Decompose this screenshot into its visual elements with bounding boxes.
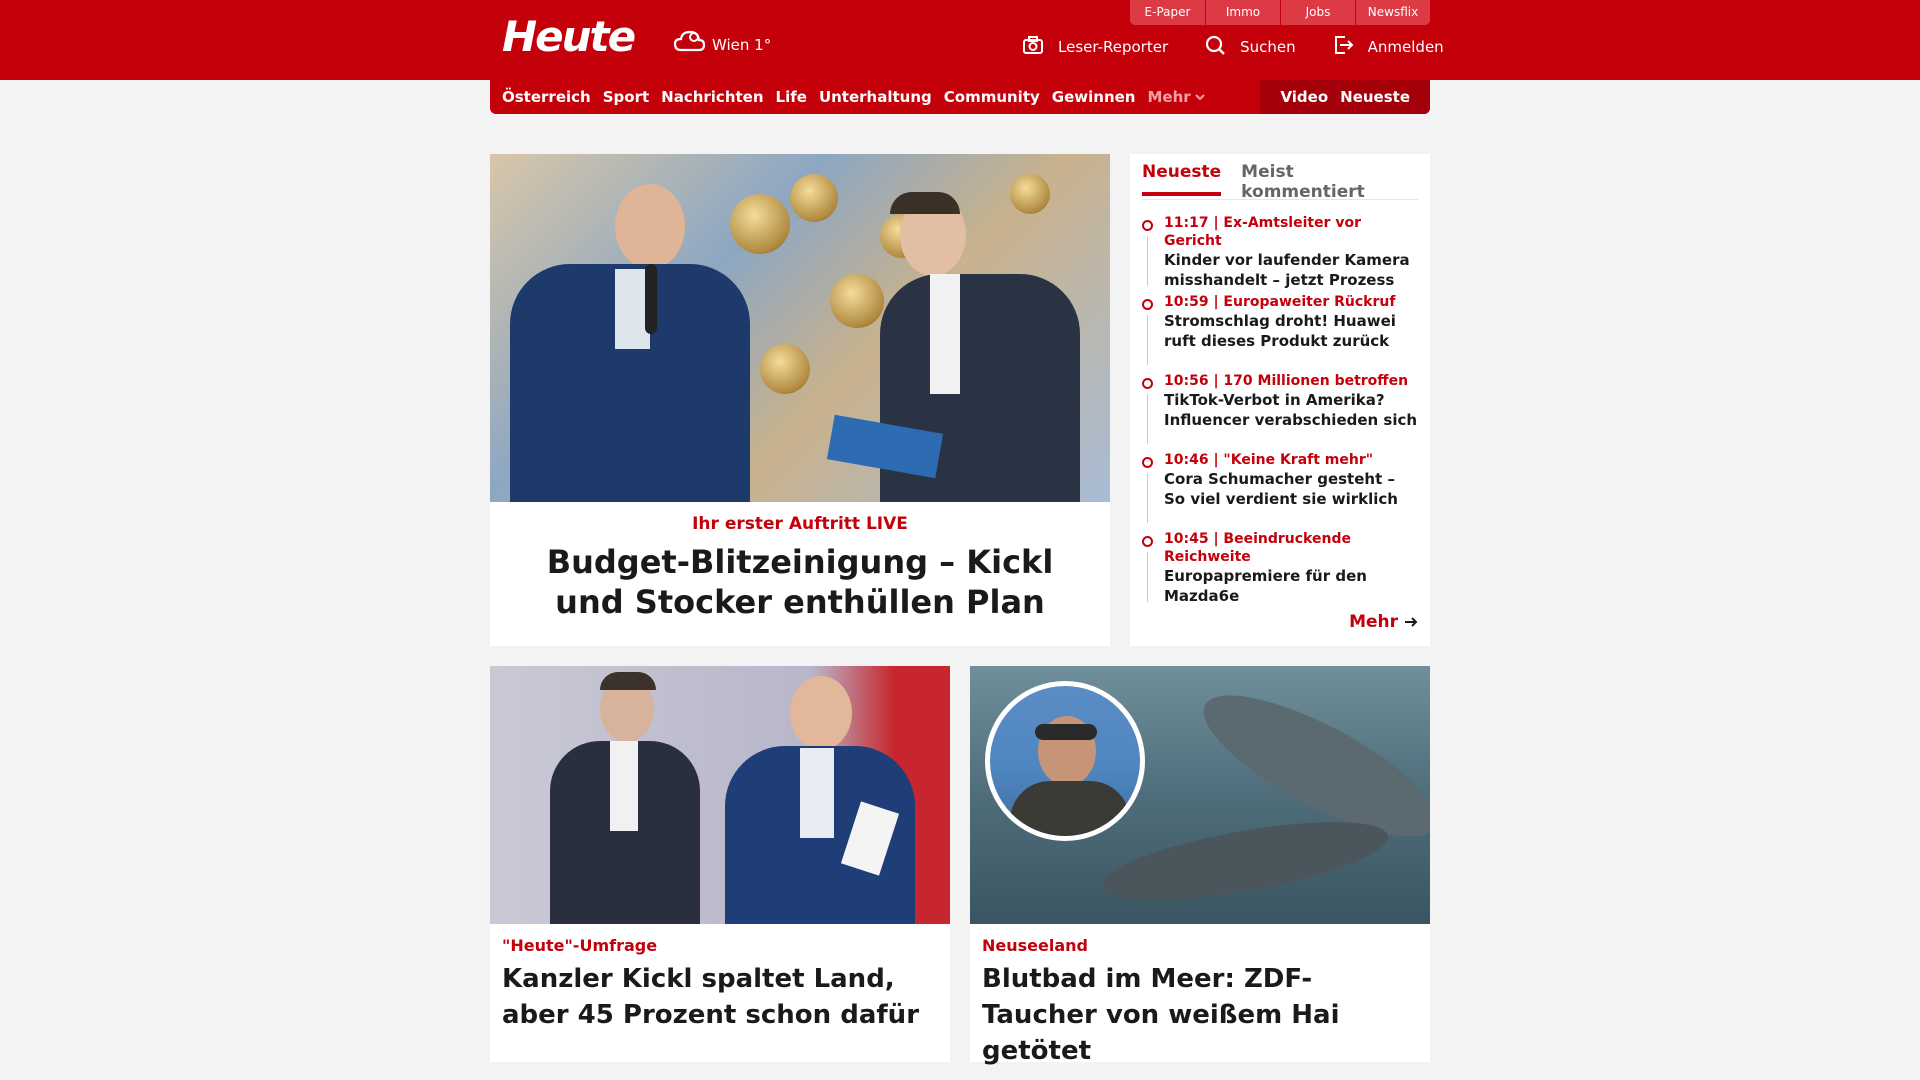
ticker-list: 11:17 | Ex-Amtsleiter vor Gericht Kinder… <box>1142 214 1418 609</box>
nav-item-oesterreich[interactable]: Österreich <box>502 88 591 106</box>
service-tab-newsflix[interactable]: Newsflix <box>1355 0 1430 25</box>
login-icon <box>1332 34 1354 60</box>
hero-title[interactable]: Budget-Blitzeinigung – Kickl und Stocker… <box>490 542 1110 622</box>
arrow-right-icon <box>1405 617 1418 627</box>
tab-neueste[interactable]: Neueste <box>1142 162 1222 196</box>
ticker-title[interactable]: Cora Schumacher gesteht – So viel verdie… <box>1164 469 1418 509</box>
login-button[interactable]: Anmelden <box>1332 34 1444 60</box>
timeline-dot-icon <box>1142 378 1153 389</box>
ticker-meta: 10:45 | Beeindruckende Reichweite <box>1164 531 1351 565</box>
service-tabs: E-Paper Immo Jobs Newsflix <box>1130 0 1430 25</box>
ticker-item[interactable]: 10:45 | Beeindruckende Reichweite Europa… <box>1142 530 1418 609</box>
ticker-title[interactable]: Kinder vor laufender Kamera misshandelt … <box>1164 250 1418 290</box>
card-title[interactable]: Blutbad im Meer: ZDF-Taucher von weißem … <box>982 961 1418 1069</box>
camera-icon <box>1022 34 1044 60</box>
top-bar <box>0 0 1920 80</box>
nav-item-unterhaltung[interactable]: Unterhaltung <box>819 88 932 106</box>
article-image <box>490 666 950 924</box>
nav-video-link[interactable]: Video <box>1280 88 1328 106</box>
card-kicker: Neuseeland <box>982 936 1088 955</box>
ticker-more-label: Mehr <box>1349 612 1398 632</box>
service-tab-epaper[interactable]: E-Paper <box>1130 0 1205 25</box>
leser-reporter-button[interactable]: Leser-Reporter <box>1022 34 1168 60</box>
nav-right-group: Video Neueste <box>1260 80 1430 114</box>
ticker-title[interactable]: Stromschlag droht! Huawei ruft dieses Pr… <box>1164 311 1418 351</box>
search-button[interactable]: Suchen <box>1204 34 1296 60</box>
nav-item-nachrichten[interactable]: Nachrichten <box>661 88 763 106</box>
nav-item-sport[interactable]: Sport <box>603 88 649 106</box>
ticker-meta: 10:56 | 170 Millionen betroffen <box>1164 373 1409 389</box>
ticker-tabs: Neueste Meist kommentiert <box>1142 154 1418 202</box>
nav-neueste-link[interactable]: Neueste <box>1340 88 1410 106</box>
weather-widget[interactable]: Wien 1° <box>672 28 771 62</box>
timeline-dot-icon <box>1142 457 1153 468</box>
timeline-line <box>1147 315 1148 365</box>
site-logo[interactable]: Heute <box>502 12 636 61</box>
service-tab-immo[interactable]: Immo <box>1205 0 1280 25</box>
search-icon <box>1204 34 1226 60</box>
ticker-item[interactable]: 10:56 | 170 Millionen betroffen TikTok-V… <box>1142 372 1418 451</box>
news-ticker-panel: Neueste Meist kommentiert 11:17 | Ex-Amt… <box>1130 154 1430 646</box>
ticker-meta: 10:46 | "Keine Kraft mehr" <box>1164 452 1374 468</box>
timeline-dot-icon <box>1142 536 1153 547</box>
timeline-dot-icon <box>1142 299 1153 310</box>
timeline-line <box>1147 236 1148 286</box>
hero-kicker: Ihr erster Auftritt LIVE <box>692 514 908 534</box>
chevron-down-icon <box>1194 94 1205 101</box>
ticker-title[interactable]: TikTok-Verbot in Amerika? Influencer ver… <box>1164 390 1418 430</box>
hero-article[interactable]: Ihr erster Auftritt LIVE Budget-Blitzein… <box>490 154 1110 646</box>
nav-item-life[interactable]: Life <box>776 88 807 106</box>
ticker-title[interactable]: Europapremiere für den Mazda6e <box>1164 566 1418 606</box>
service-tab-jobs[interactable]: Jobs <box>1280 0 1355 25</box>
card-title[interactable]: Kanzler Kickl spaltet Land, aber 45 Proz… <box>502 961 938 1033</box>
ticker-meta: 11:17 | Ex-Amtsleiter vor Gericht <box>1164 215 1361 249</box>
ticker-meta: 10:59 | Europaweiter Rückruf <box>1164 294 1396 310</box>
timeline-line <box>1147 473 1148 523</box>
leser-reporter-label: Leser-Reporter <box>1058 38 1169 56</box>
main-nav: Österreich Sport Nachrichten Life Unterh… <box>490 80 1430 114</box>
article-image <box>970 666 1430 924</box>
nav-more-dropdown[interactable]: Mehr <box>1147 88 1205 106</box>
ticker-item[interactable]: 10:59 | Europaweiter Rückruf Stromschlag… <box>1142 293 1418 372</box>
article-card[interactable]: Neuseeland Blutbad im Meer: ZDF-Taucher … <box>970 666 1430 1066</box>
ticker-item[interactable]: 10:46 | "Keine Kraft mehr" Cora Schumach… <box>1142 451 1418 530</box>
login-label: Anmelden <box>1367 38 1444 56</box>
tab-meist-kommentiert[interactable]: Meist kommentiert <box>1241 162 1418 212</box>
timeline-dot-icon <box>1142 220 1153 231</box>
nav-item-community[interactable]: Community <box>944 88 1040 106</box>
ticker-item[interactable]: 11:17 | Ex-Amtsleiter vor Gericht Kinder… <box>1142 214 1418 293</box>
timeline-line <box>1147 394 1148 444</box>
nav-item-gewinnen[interactable]: Gewinnen <box>1052 88 1136 106</box>
search-label: Suchen <box>1240 38 1296 56</box>
timeline-line <box>1147 552 1148 602</box>
header-actions: Leser-Reporter Suchen Anmelden <box>1022 34 1444 60</box>
ticker-more-link[interactable]: Mehr <box>1349 612 1418 632</box>
weather-cloud-icon <box>672 28 706 62</box>
card-kicker: "Heute"-Umfrage <box>502 936 658 955</box>
weather-label: Wien 1° <box>712 36 772 54</box>
article-card[interactable]: "Heute"-Umfrage Kanzler Kickl spaltet La… <box>490 666 950 1062</box>
nav-more-label: Mehr <box>1147 88 1191 106</box>
hero-image <box>490 154 1110 502</box>
